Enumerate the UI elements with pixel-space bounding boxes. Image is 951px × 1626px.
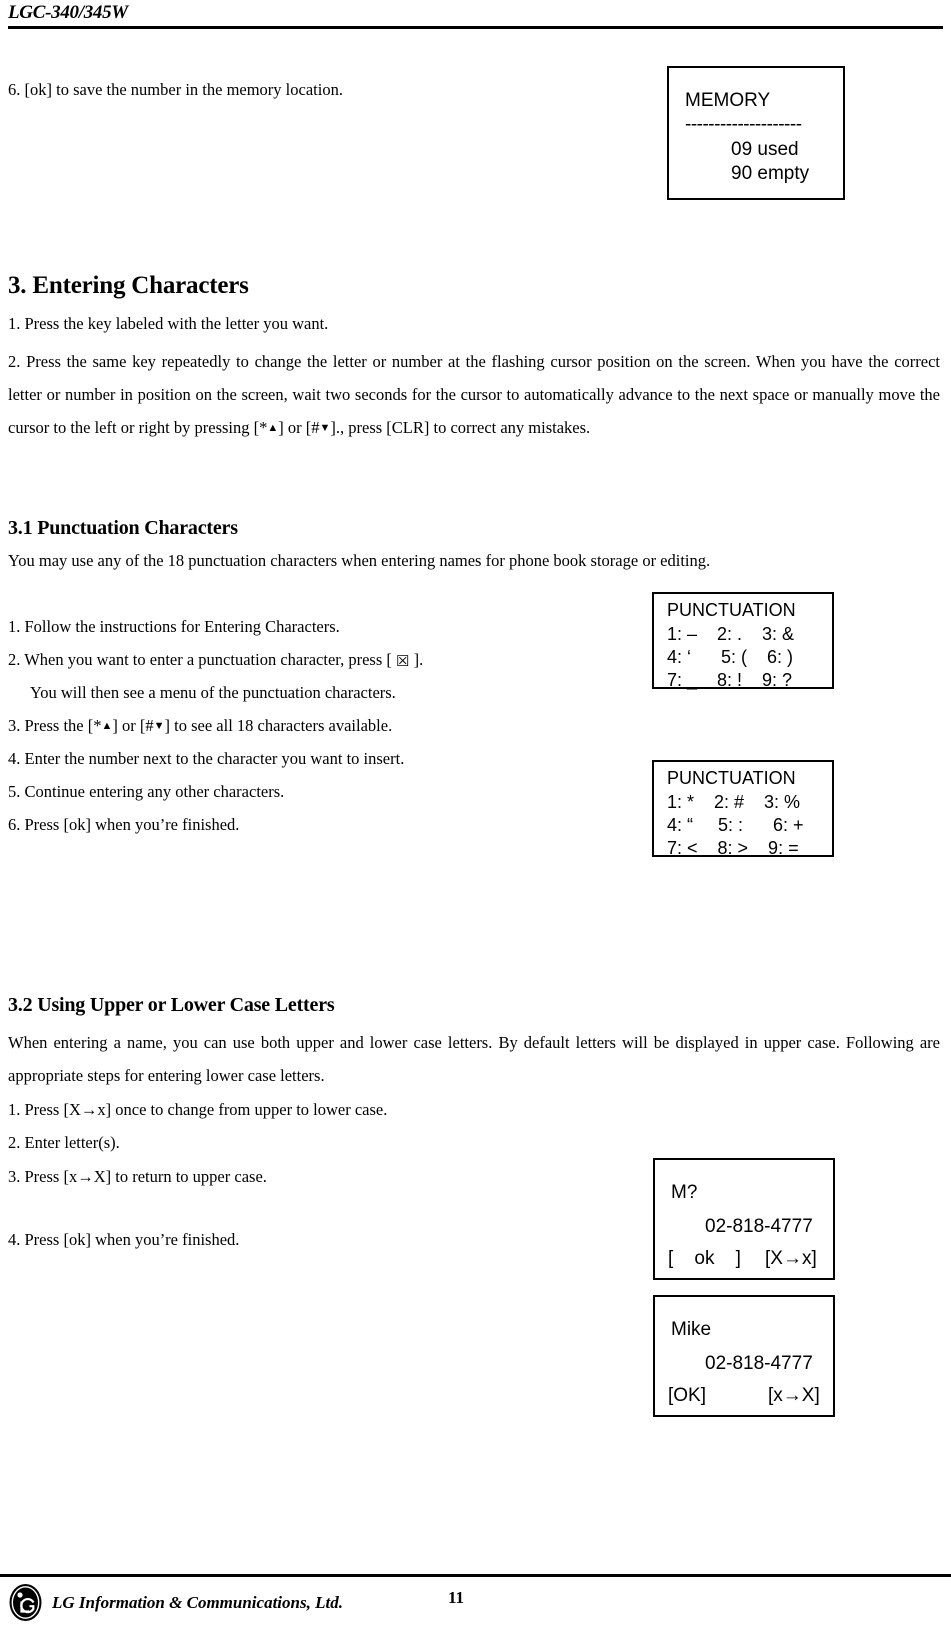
section32-step-4: 4. Press [ok] when you’re finished.: [8, 1230, 240, 1249]
arrow-up-icon: ▲: [267, 422, 279, 434]
lcd-name-entry-number: 02-818-4777: [705, 1216, 813, 1237]
section31-step-2-part-a: 2. When you want to enter a punctuation …: [8, 650, 397, 669]
section31-step-3-part-b: ] or [#: [112, 716, 154, 735]
lcd-name-confirmed-number: 02-818-4777: [705, 1353, 813, 1374]
arrow-down-icon: ▼: [153, 720, 165, 732]
section31-step-3: 3. Press the [*▲] or [#▼] to see all 18 …: [8, 716, 392, 736]
lcd-memory-empty: 90 empty: [731, 163, 810, 184]
section32-step-3: 3. Press [x→X] to return to upper case.: [8, 1167, 267, 1186]
section31-step-2-continued: You will then see a menu of the punctuat…: [30, 683, 396, 702]
lcd-name-entry-softkey-left: [ ok ]: [668, 1248, 741, 1269]
footer-page-number: 11: [448, 1588, 465, 1607]
section3-step-2-part-b: ] or [#: [278, 418, 320, 437]
step-save-to-memory: 6. [ok] to save the number in the memory…: [8, 80, 343, 99]
section3-step-2: 2. Press the same key repeatedly to chan…: [8, 345, 940, 444]
lcd-punctuation-1-row-1: 1: – 2: . 3: &: [667, 624, 795, 644]
section32-step-2: 2. Enter letter(s).: [8, 1133, 120, 1152]
section3-step-1: 1. Press the key labeled with the letter…: [8, 314, 329, 333]
lcd-punctuation-2-title: PUNCTUATION: [667, 768, 796, 788]
arrow-up-icon: ▲: [101, 720, 113, 732]
heading-punctuation-characters: 3.1 Punctuation Characters: [8, 517, 238, 539]
arrow-down-icon: ▼: [319, 422, 331, 434]
page-header-model: LGC-340/345W: [8, 2, 128, 23]
heading-entering-characters: 3. Entering Characters: [8, 272, 249, 299]
section31-step-6: 6. Press [ok] when you’re finished.: [8, 815, 240, 834]
section31-step-2-part-b: ].: [409, 650, 424, 669]
section31-intro: You may use any of the 18 punctuation ch…: [8, 551, 711, 570]
lcd-name-confirmed-screen: Mike 02-818-4777 [OK] [x→X]: [653, 1295, 835, 1417]
lcd-punctuation-2-row-3: 7: < 8: > 9: =: [667, 838, 799, 858]
lcd-punctuation-screen-2: PUNCTUATION 1: * 2: # 3: % 4: “ 5: : 6: …: [652, 760, 834, 858]
section31-step-3-part-a: 3. Press the [*: [8, 716, 102, 735]
lcd-memory-used: 09 used: [731, 139, 799, 160]
lcd-memory-title: MEMORY: [685, 90, 771, 111]
document-page: LGC-340/345W 6. [ok] to save the number …: [0, 0, 951, 1626]
section31-step-3-part-c: ] to see all 18 characters available.: [164, 716, 393, 735]
section31-step-4: 4. Enter the number next to the characte…: [8, 749, 405, 768]
header-divider-rule: [8, 26, 943, 29]
lcd-punctuation-2-row-2: 4: “ 5: : 6: +: [667, 815, 804, 835]
section32-intro: When entering a name, you can use both u…: [8, 1033, 940, 1085]
lcd-name-confirmed-softkey-left: [OK]: [668, 1385, 707, 1406]
lcd-punctuation-1-title: PUNCTUATION: [667, 600, 796, 620]
lcd-name-entry-name: M?: [671, 1182, 698, 1203]
section31-step-1: 1. Follow the instructions for Entering …: [8, 617, 340, 636]
lcd-name-entry-screen: M? 02-818-4777 [ ok ] [X→x]: [653, 1158, 835, 1280]
footer-company-name: LG Information & Communications, Ltd.: [52, 1593, 343, 1612]
lcd-punctuation-1-row-3: 7: _ 8: ! 9: ?: [667, 670, 793, 690]
lcd-name-confirmed-name: Mike: [671, 1319, 712, 1340]
lcd-punctuation-2-row-1: 1: * 2: # 3: %: [667, 792, 801, 812]
lcd-punctuation-1-row-2: 4: ‘ 5: ( 6: ): [667, 647, 794, 667]
lcd-memory-divider: --------------------: [685, 114, 802, 135]
heading-upper-lower-case: 3.2 Using Upper or Lower Case Letters: [8, 994, 335, 1016]
lcd-punctuation-screen-1: PUNCTUATION 1: – 2: . 3: & 4: ‘ 5: ( 6: …: [652, 592, 834, 690]
lcd-name-confirmed-softkey-right: [x→X]: [768, 1385, 820, 1406]
section31-step-2: 2. When you want to enter a punctuation …: [8, 650, 423, 670]
section32-step-1: 1. Press [X→x] once to change from upper…: [8, 1100, 388, 1119]
footer-divider-rule: [0, 1574, 951, 1577]
lcd-name-entry-softkey-right: [X→x]: [765, 1248, 817, 1269]
envelope-icon: ☒: [396, 654, 410, 670]
lcd-memory-screen: MEMORY -------------------- 09 used 90 e…: [667, 66, 845, 200]
section31-step-5: 5. Continue entering any other character…: [8, 782, 285, 801]
section3-step-2-part-c: ]., press [CLR] to correct any mistakes.: [330, 418, 591, 437]
lg-logo-icon: [8, 1583, 43, 1622]
